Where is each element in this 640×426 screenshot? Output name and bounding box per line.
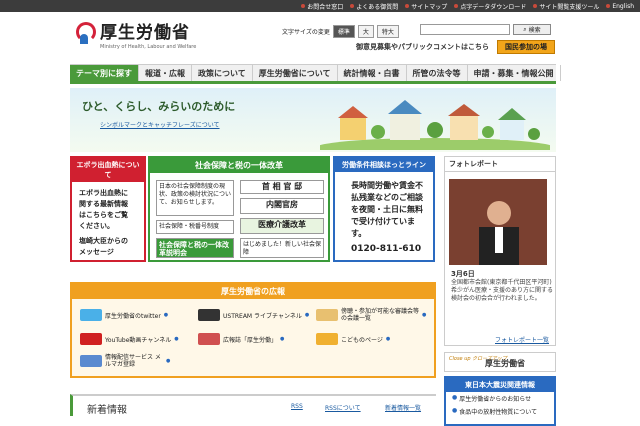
ebola-panel[interactable]: エボラ出血熱について エボラ出血熱に 関する最新情報 はこちらをご覧 ください。 塩崎… <box>70 156 146 262</box>
faq-link[interactable]: よくある御質問 <box>350 2 398 11</box>
kids-page-link[interactable]: こどものページ ● <box>316 332 390 346</box>
magazine-icon <box>198 333 220 345</box>
new-shakai-hosho-link[interactable]: はじめました！新しい社会保障 <box>240 238 324 258</box>
search-button[interactable]: ⌕ 検索 <box>513 24 551 35</box>
closeup-banner[interactable]: Close up クローズアップ 厚生労働省 <box>444 352 556 372</box>
hero-banner: ひと、くらし、みらいのために シンボルマークとキャッチフレーズについて <box>70 88 556 152</box>
kokumin-button[interactable]: 国民参加の場 <box>497 40 555 54</box>
photo-report: フォトレポート 3月6日 全国都市会館(東京都千代田区平河町) 希少がん医療・支… <box>444 156 602 346</box>
hero-title: ひと、くらし、みらいのために <box>82 100 236 113</box>
braille-link[interactable]: 点字データダウンロード <box>454 2 526 11</box>
shakai-header: 社会保障と税の一体改革 <box>150 158 328 173</box>
ministry-logo-icon <box>74 21 96 47</box>
naikaku-link[interactable]: 内閣官房 <box>240 198 324 214</box>
site-logo[interactable]: 厚生労働省 Ministry of Health, Labour and Wel… <box>74 18 196 50</box>
ustream-link[interactable]: USTREAM ライブチャンネル ● <box>198 308 309 322</box>
kids-icon <box>316 333 338 345</box>
nav-about[interactable]: 厚生労働省について <box>253 65 338 81</box>
people-icon <box>316 309 338 321</box>
kohoshi-link[interactable]: 広報誌「厚生労働」 ● <box>198 332 284 346</box>
photo-image[interactable] <box>449 179 547 265</box>
youtube-link[interactable]: YouTube動画チャンネル ● <box>80 332 179 346</box>
shinsai-item[interactable]: ● 厚生労働省からのお知らせ <box>446 392 554 405</box>
font-size-xlarge-button[interactable]: 特大 <box>376 25 399 38</box>
shinsai-panel: 東日本大震災関連情報 ● 厚生労働省からのお知らせ ● 食品中の放射性物質について <box>444 376 556 426</box>
top-utility-bar: お問合せ窓口 よくある御質問 サイトマップ 点字データダウンロード サイト閲覧支… <box>0 0 640 12</box>
nav-policy[interactable]: 政策について <box>192 65 253 81</box>
nav-press[interactable]: 報道・広報 <box>139 65 192 81</box>
rodo-panel[interactable]: 労働条件相談ほっとライン 長時間労働や賃金不 払残業などのご相談 を夜間・土日に無料… <box>333 156 435 262</box>
photo-list-link[interactable]: フォトレポート一覧 <box>495 335 549 344</box>
town-illustration <box>320 100 550 150</box>
contact-link[interactable]: お問合せ窓口 <box>301 2 343 11</box>
browse-support-link[interactable]: サイト閲覧支援ツール <box>533 2 599 11</box>
minister-photo-icon <box>449 179 547 265</box>
shinsai-header: 東日本大震災関連情報 <box>446 378 554 392</box>
shinsai-item[interactable]: ● 食品中の放射性物質について <box>446 405 554 418</box>
search-input[interactable] <box>420 24 510 35</box>
english-link[interactable]: English <box>606 3 634 10</box>
ebola-body: エボラ出血熱に 関する最新情報 はこちらをご覧 ください。 塩崎大臣からの メッセージ <box>79 189 128 256</box>
photo-caption: 全国都市会館(東京都千代田区平河町) 希少がん医療・支援のあり方に関する検討会の… <box>451 279 602 302</box>
koho-panel: 厚生労働省の広報 厚生労働省のtwitter ● USTREAM ライブチャンネル… <box>70 282 436 378</box>
nav-laws[interactable]: 所管の法令等 <box>407 65 468 81</box>
feedback-text[interactable]: 御意見募集やパブリックコメントはこちら <box>356 42 489 52</box>
nav-apply[interactable]: 申請・募集・情報公開 <box>468 65 561 81</box>
photo-header: フォトレポート <box>445 157 555 172</box>
rodo-phone: 0120-811-610 <box>351 244 422 254</box>
font-size-label: 文字サイズの変更 <box>282 29 330 36</box>
news-title: 新着情報 <box>87 405 127 416</box>
site-subtitle: Ministry of Health, Labour and Welfare <box>100 44 197 50</box>
ebola-header: エボラ出血熱について <box>72 158 144 182</box>
font-size-standard-button[interactable]: 標準 <box>332 25 355 38</box>
closeup-title: 厚生労働省 <box>485 359 525 368</box>
main-nav: テーマ別に探す 報道・広報 政策について 厚生労働省について 統計情報・白書 所… <box>70 64 561 84</box>
sitemap-link[interactable]: サイトマップ <box>405 2 447 11</box>
site-title: 厚生労働省 <box>100 23 190 43</box>
ustream-icon <box>198 309 220 321</box>
twitter-icon <box>80 309 102 321</box>
font-size-switcher: 文字サイズの変更 標準 大 特大 <box>282 25 399 38</box>
rss-about-link[interactable]: RSSについて <box>325 403 361 412</box>
rss-link[interactable]: RSS <box>291 403 303 410</box>
rodo-body: 長時間労働や賃金不 払残業などのご相談 を夜間・土日に無料 で受け付けています。 <box>351 181 423 238</box>
twitter-link[interactable]: 厚生労働省のtwitter ● <box>80 308 168 322</box>
rodo-header: 労働条件相談ほっとライン <box>335 158 433 172</box>
search-icon: ⌕ <box>523 25 527 33</box>
shakai-panel: 社会保障と税の一体改革 日本の社会保障制度の現状、政策の検討状況について、お知ら… <box>148 156 330 262</box>
hero-link[interactable]: シンボルマークとキャッチフレーズについて <box>100 120 220 129</box>
youtube-icon <box>80 333 102 345</box>
kantei-link[interactable]: 首 相 官 邸 <box>240 180 324 194</box>
shingikai-link[interactable]: 傍聴・参加が可能な審議会等の会議一覧 ● <box>316 308 426 322</box>
iryo-kaigo-link[interactable]: 医療介護改革 <box>240 218 324 234</box>
photo-date: 3月6日 <box>451 270 475 278</box>
mynumber-link[interactable]: 社会保障・税番号制度 <box>156 220 234 234</box>
nav-theme[interactable]: テーマ別に探す <box>70 65 139 81</box>
mailmag-link[interactable]: 情報配信サービス メルマガ登録 ● <box>80 354 170 368</box>
shakai-status-link[interactable]: 日本の社会保障制度の現状、政策の検討状況について、お知らせします。 <box>156 180 234 216</box>
koho-header: 厚生労働省の広報 <box>72 284 434 299</box>
font-size-large-button[interactable]: 大 <box>357 25 374 38</box>
mail-icon <box>80 355 102 367</box>
news-list-link[interactable]: 新着情報一覧 <box>385 403 421 412</box>
news-section: 新着情報 RSS RSSについて 新着情報一覧 <box>70 394 436 416</box>
setsumeikai-link[interactable]: 社会保障と税の一体改革説明会 <box>156 238 234 258</box>
nav-stats[interactable]: 統計情報・白書 <box>338 65 407 81</box>
